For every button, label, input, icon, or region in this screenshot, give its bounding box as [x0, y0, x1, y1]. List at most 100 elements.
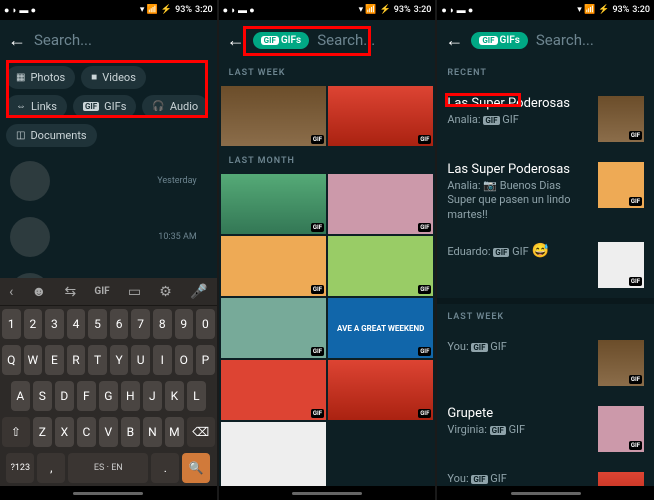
result-thumbnail: GIF — [598, 162, 644, 208]
key[interactable]: D — [55, 381, 74, 411]
sticker-icon[interactable]: ☻ — [32, 283, 47, 300]
key[interactable]: B — [121, 417, 140, 447]
chat-row[interactable]: Yesterday — [0, 153, 217, 209]
nav-pill[interactable] — [73, 492, 143, 495]
key[interactable]: F — [77, 381, 96, 411]
key[interactable]: S — [33, 381, 52, 411]
gif-thumbnail[interactable]: GIF — [221, 86, 326, 146]
search-input[interactable] — [536, 31, 654, 49]
result-title: Grupete — [447, 406, 588, 421]
key-shift[interactable]: ⇧ — [2, 417, 30, 447]
gif-thumbnail[interactable]: GIF — [328, 86, 433, 146]
key[interactable]: N — [143, 417, 162, 447]
key[interactable]: 2 — [24, 309, 43, 339]
nav-pill[interactable] — [292, 492, 362, 495]
result-subtitle: Eduardo: GIF GIF 😅 — [447, 242, 588, 260]
key-space[interactable]: ES · EN — [68, 453, 148, 483]
gifs-filter-chip[interactable]: GIFGIFs — [471, 32, 528, 49]
key[interactable]: C — [77, 417, 96, 447]
filter-chips: ▦Photos ■Videos ⇔Links GIFGIFs 🎧Audio ◫D… — [0, 60, 217, 153]
key[interactable]: 6 — [110, 309, 129, 339]
back-icon[interactable]: ← — [227, 30, 245, 51]
key-symbols[interactable]: ?123 — [6, 453, 34, 483]
key[interactable]: X — [55, 417, 74, 447]
key[interactable]: H — [121, 381, 140, 411]
key[interactable]: Y — [110, 345, 129, 375]
key[interactable]: L — [187, 381, 206, 411]
keyboard-row: QWERTYUIOP — [0, 342, 217, 378]
chevron-left-icon[interactable]: ‹ — [9, 284, 13, 300]
keyboard-row: ⇧ZXCVBNM⌫ — [0, 414, 217, 450]
result-item[interactable]: Las Super Poderosas Analia: 📷 Buenos Dia… — [437, 152, 654, 232]
key[interactable]: Q — [2, 345, 21, 375]
audio-icon: 🎧 — [152, 101, 164, 112]
key[interactable]: 1 — [2, 309, 21, 339]
mic-icon[interactable]: 🎤 — [190, 284, 207, 300]
key[interactable]: 5 — [88, 309, 107, 339]
key[interactable]: 8 — [153, 309, 172, 339]
key[interactable]: I — [153, 345, 172, 375]
filter-videos[interactable]: ■Videos — [81, 66, 146, 89]
key[interactable]: P — [196, 345, 215, 375]
gif-thumbnail[interactable]: GIF — [221, 236, 326, 296]
gifs-filter-chip[interactable]: GIFGIFs — [253, 32, 310, 49]
nav-pill[interactable] — [511, 492, 581, 495]
gif-icon[interactable]: GIF — [94, 286, 109, 297]
gif-thumbnail[interactable]: GIF — [221, 422, 326, 486]
key-search[interactable]: 🔍 — [182, 453, 210, 483]
back-icon[interactable]: ← — [445, 30, 463, 51]
translate-icon[interactable]: ⇆ — [64, 284, 76, 300]
key[interactable]: 4 — [67, 309, 86, 339]
clipboard-icon[interactable]: ▭ — [128, 284, 141, 300]
search-results[interactable]: RECENT Las Super Poderosas Analia: GIF G… — [437, 60, 654, 486]
key[interactable]: O — [175, 345, 194, 375]
result-item[interactable]: You: GIF GIF GIF — [437, 462, 654, 486]
keyboard-row: 1234567890 — [0, 306, 217, 342]
gif-thumbnail[interactable]: GIF — [328, 174, 433, 234]
gif-thumbnail[interactable]: GIF — [328, 236, 433, 296]
key[interactable]: A — [11, 381, 30, 411]
key[interactable]: 7 — [131, 309, 150, 339]
gif-badge: GIF — [418, 135, 431, 144]
search-input[interactable] — [34, 31, 217, 49]
key[interactable]: R — [67, 345, 86, 375]
key[interactable]: 9 — [175, 309, 194, 339]
key[interactable]: E — [45, 345, 64, 375]
key-period[interactable]: . — [151, 453, 179, 483]
key[interactable]: 0 — [196, 309, 215, 339]
filter-gifs[interactable]: GIFGIFs — [73, 95, 136, 118]
gif-thumbnail[interactable]: GIF — [221, 298, 326, 358]
result-thumbnail: GIF — [598, 96, 644, 142]
key[interactable]: M — [165, 417, 184, 447]
key[interactable]: U — [131, 345, 150, 375]
search-input[interactable] — [317, 31, 435, 49]
filter-photos[interactable]: ▦Photos — [6, 66, 75, 89]
key[interactable]: V — [99, 417, 118, 447]
key[interactable]: Z — [33, 417, 52, 447]
settings-icon[interactable]: ⚙ — [159, 284, 172, 300]
chat-list[interactable]: Yesterday 10:35 AM 10:01 AM 😊😂 — [0, 153, 217, 278]
result-item[interactable]: Las Super Poderosas Analia: GIF GIF GIF — [437, 86, 654, 152]
key[interactable]: 3 — [45, 309, 64, 339]
gif-thumbnail[interactable]: AVE A GREAT WEEKENDGIF — [328, 298, 433, 358]
key[interactable]: J — [143, 381, 162, 411]
back-icon[interactable]: ← — [8, 30, 26, 51]
filter-audio[interactable]: 🎧Audio — [142, 95, 208, 118]
key[interactable]: W — [24, 345, 43, 375]
gif-thumbnail[interactable]: GIF — [221, 174, 326, 234]
gif-results[interactable]: LAST WEEK GIF GIF LAST MONTH GIF GIF GIF… — [219, 60, 436, 486]
chat-row[interactable]: 10:01 AM — [0, 265, 217, 278]
key[interactable]: G — [99, 381, 118, 411]
gif-thumbnail[interactable]: GIF — [221, 360, 326, 420]
filter-documents[interactable]: ◫Documents — [6, 124, 97, 147]
key-comma[interactable]: , — [37, 453, 65, 483]
result-item[interactable]: You: GIF GIF GIF — [437, 330, 654, 396]
chat-row[interactable]: 10:35 AM — [0, 209, 217, 265]
gif-thumbnail[interactable]: GIF — [328, 360, 433, 420]
result-item[interactable]: Grupete Virginia: GIF GIF GIF — [437, 396, 654, 462]
filter-links[interactable]: ⇔Links — [6, 95, 67, 118]
result-item[interactable]: Eduardo: GIF GIF 😅 GIF — [437, 232, 654, 298]
key-backspace[interactable]: ⌫ — [187, 417, 215, 447]
key[interactable]: K — [165, 381, 184, 411]
key[interactable]: T — [88, 345, 107, 375]
